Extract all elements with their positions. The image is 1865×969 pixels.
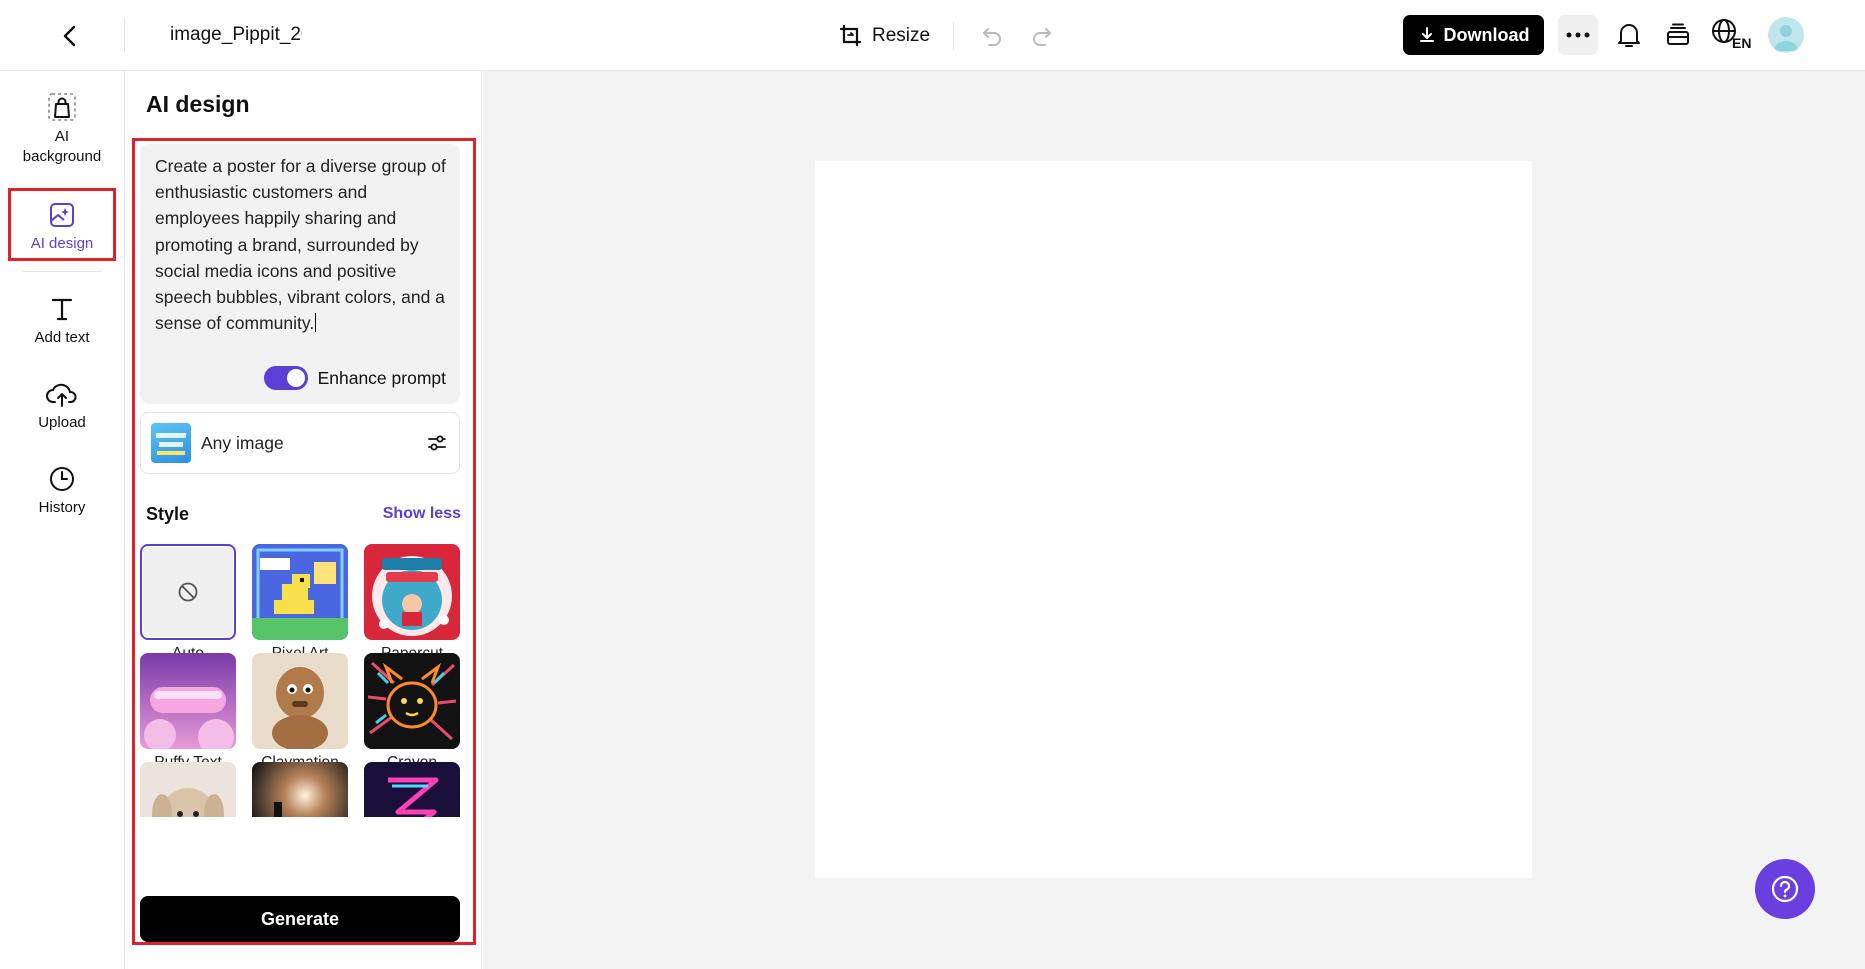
help-button[interactable] — [1755, 859, 1815, 919]
canvas-workspace[interactable] — [483, 71, 1865, 969]
style-option-claymation[interactable]: Claymation — [252, 653, 348, 772]
generate-button[interactable]: Generate — [140, 896, 460, 942]
rail-item-history[interactable]: History — [8, 463, 116, 516]
ai-image-icon — [46, 199, 78, 231]
stack-icon — [1667, 23, 1689, 45]
workspace-button[interactable] — [1660, 17, 1696, 53]
language-code: EN — [1732, 35, 1752, 51]
chevron-left-icon — [63, 25, 76, 47]
notifications-button[interactable] — [1611, 17, 1647, 53]
style-option-plush[interactable] — [140, 762, 236, 817]
redo-button[interactable] — [1026, 20, 1058, 52]
ai-design-panel: AI design Create a poster for a diverse … — [126, 71, 482, 969]
design-canvas[interactable] — [815, 161, 1532, 878]
enhance-prompt-label: Enhance prompt — [317, 367, 446, 388]
enhance-prompt-control: Enhance prompt — [263, 366, 446, 390]
rail-label: Upload — [38, 414, 86, 431]
resize-button[interactable]: Resize — [838, 20, 930, 52]
show-less-link[interactable]: Show less — [383, 505, 461, 523]
top-bar: image_Pippit_20 Resize Download EN — [0, 0, 1865, 71]
rail-item-ai-background[interactable]: AI background — [8, 91, 116, 167]
cloud-upload-icon — [46, 378, 78, 410]
style-thumbnail — [252, 544, 348, 640]
style-grid: Auto Pixel Art Papercut Puffy Text Cla — [140, 544, 460, 817]
undo-icon — [983, 28, 1001, 46]
ban-icon — [178, 582, 198, 602]
rail-label: Add text — [34, 329, 90, 346]
rail-item-upload[interactable]: Upload — [8, 378, 116, 431]
reference-thumbnail — [151, 423, 191, 463]
style-option-light[interactable] — [252, 762, 348, 817]
style-option-auto[interactable]: Auto — [140, 544, 236, 663]
question-icon — [1771, 875, 1799, 903]
redo-icon — [1033, 28, 1051, 46]
style-thumbnail — [252, 762, 348, 817]
divider — [124, 18, 125, 52]
bag-icon — [46, 91, 78, 123]
panel-title: AI design — [146, 91, 250, 117]
rail-label: AI design — [30, 235, 94, 252]
reference-image-selector[interactable]: Any image — [140, 412, 460, 474]
text-caret — [315, 313, 317, 333]
divider — [953, 22, 954, 50]
text-icon — [46, 293, 78, 325]
avatar-icon — [1774, 25, 1798, 51]
clock-icon — [46, 463, 78, 495]
download-label: Download — [1443, 24, 1530, 45]
style-thumbnail — [252, 653, 348, 749]
rail-label: History — [38, 499, 86, 516]
undo-button[interactable] — [976, 20, 1008, 52]
prompt-value: Create a poster for a diverse group of e… — [155, 156, 446, 334]
enhance-prompt-toggle[interactable] — [263, 366, 308, 390]
style-option-pixel-art[interactable]: Pixel Art — [252, 544, 348, 663]
style-heading: Style — [146, 504, 190, 524]
download-button[interactable]: Download — [1403, 15, 1544, 55]
prompt-text: Create a poster for a diverse group of e… — [155, 153, 455, 336]
resize-label: Resize — [872, 25, 931, 46]
rail-item-add-text[interactable]: Add text — [8, 293, 116, 346]
style-option-crayon[interactable]: Crayon — [364, 653, 460, 772]
prompt-textarea[interactable]: Create a poster for a diverse group of e… — [140, 144, 460, 404]
tool-rail: AI background AI design Add text Upload H… — [0, 71, 125, 969]
language-button[interactable]: EN — [1710, 17, 1754, 55]
more-options-button[interactable] — [1558, 15, 1598, 55]
style-thumbnail — [364, 762, 460, 817]
more-dots-icon — [1566, 32, 1590, 38]
reference-label: Any image — [201, 432, 284, 453]
style-thumbnail — [140, 544, 236, 640]
rail-item-ai-design[interactable]: AI design — [8, 188, 116, 261]
sliders-icon[interactable] — [425, 431, 449, 455]
download-icon — [1419, 27, 1434, 42]
style-thumbnail — [364, 653, 460, 749]
resize-icon — [839, 24, 862, 47]
divider — [22, 271, 102, 272]
back-button[interactable] — [52, 18, 88, 54]
style-thumbnail — [140, 762, 236, 817]
style-thumbnail — [140, 653, 236, 749]
style-option-papercut[interactable]: Papercut — [364, 544, 460, 663]
style-option-neon[interactable] — [364, 762, 460, 817]
user-avatar[interactable] — [1768, 17, 1804, 53]
bell-icon — [1618, 24, 1640, 47]
rail-label: AI background — [22, 128, 102, 165]
document-title[interactable]: image_Pippit_20 — [170, 24, 302, 46]
style-thumbnail — [364, 544, 460, 640]
style-option-puffy-text[interactable]: Puffy Text — [140, 653, 236, 772]
